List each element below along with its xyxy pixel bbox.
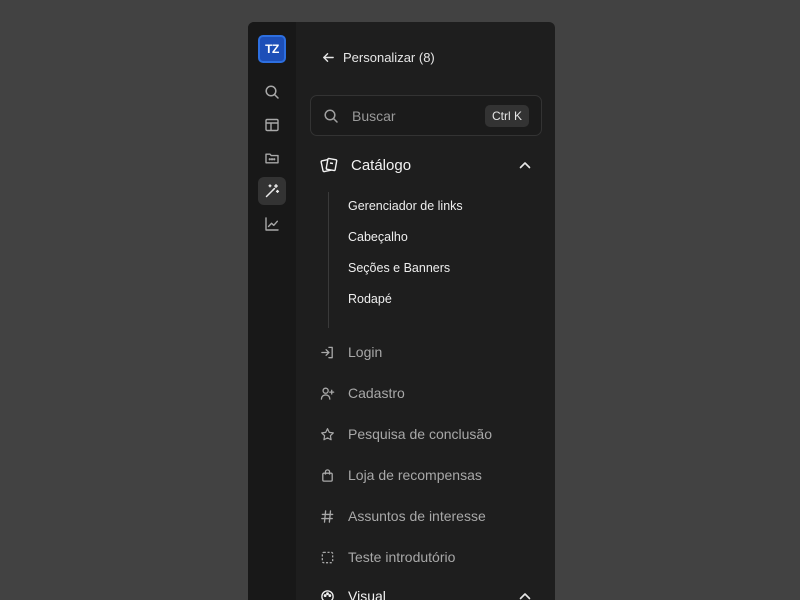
nav-item-label: Assuntos de interesse (348, 508, 486, 524)
search-input[interactable] (352, 107, 472, 124)
nav-item-rewards[interactable]: Loja de recompensas (320, 467, 482, 483)
nav-item-label: Teste introdutório (348, 549, 456, 565)
dashed-square-icon (321, 551, 334, 563)
palette-icon (321, 589, 334, 600)
rail-customize-button[interactable] (258, 177, 286, 205)
nav-item-label: Loja de recompensas (348, 467, 482, 483)
submenu-item-links[interactable]: Gerenciador de links (348, 199, 463, 213)
nav-item-label: Pesquisa de conclusão (348, 426, 492, 442)
magic-wand-icon (265, 184, 280, 198)
chart-line-icon (265, 217, 279, 231)
user-plus-icon (320, 386, 335, 400)
nav-item-interests[interactable]: Assuntos de interesse (320, 508, 486, 524)
submenu-item-footer[interactable]: Rodapé (348, 292, 392, 306)
icon-rail: TZ (248, 22, 296, 600)
shortcut-badge: Ctrl K (485, 104, 529, 127)
star-icon (321, 427, 334, 440)
app-logo[interactable]: TZ (258, 35, 286, 63)
search-icon (324, 108, 338, 123)
nav-item-login[interactable]: Login (320, 344, 382, 360)
nav-item-intro-test[interactable]: Teste introdutório (320, 549, 455, 565)
chevron-up-icon[interactable] (518, 589, 532, 600)
nav-item-signup[interactable]: Cadastro (320, 385, 405, 401)
login-icon (321, 346, 333, 358)
back-button[interactable]: Personalizar (8) (322, 50, 435, 65)
customize-menu: Personalizar (8) Ctrl K Catálogo Gerenci… (296, 22, 555, 600)
hash-icon (321, 509, 334, 523)
back-label: Personalizar (8) (343, 50, 435, 65)
submenu-item-header[interactable]: Cabeçalho (348, 230, 408, 244)
shopping-bag-icon (322, 468, 333, 482)
catalog-section-header[interactable]: Catálogo (320, 156, 532, 174)
nav-item-label: Login (348, 344, 383, 360)
nav-item-label: Cadastro (348, 385, 405, 401)
rail-search-button[interactable] (258, 78, 286, 106)
sidebar-panel: TZ Personalizar (8) Ctrl K Catá (248, 22, 555, 600)
rail-layout-button[interactable] (258, 111, 286, 139)
chevron-up-icon[interactable] (518, 158, 532, 172)
visual-section-header[interactable]: Visual (320, 588, 532, 600)
rail-folder-button[interactable] (258, 144, 286, 172)
submenu-item-sections[interactable]: Seções e Banners (348, 261, 450, 275)
nav-item-survey[interactable]: Pesquisa de conclusão (320, 426, 492, 442)
search-box[interactable]: Ctrl K (310, 95, 542, 136)
catalog-title: Catálogo (351, 156, 412, 174)
cards-icon (320, 157, 338, 173)
visual-title: Visual (348, 588, 386, 600)
arrow-left-icon (323, 53, 334, 62)
layout-icon (265, 118, 279, 132)
folder-icon (265, 153, 279, 164)
rail-analytics-button[interactable] (258, 210, 286, 238)
search-icon (265, 85, 279, 99)
submenu-guide-line (328, 192, 329, 328)
